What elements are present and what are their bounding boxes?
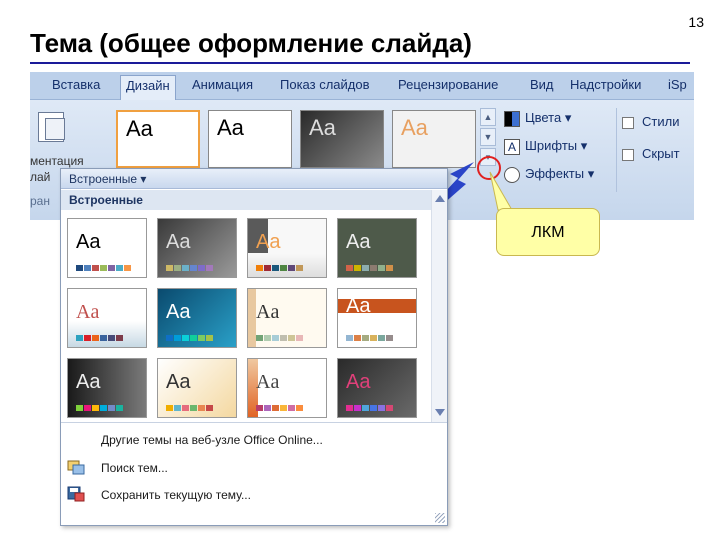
theme-aa: Aa [76, 371, 101, 393]
slide-title: Тема (общее оформление слайда) [30, 28, 472, 58]
theme-aa: Aa [346, 295, 371, 317]
color-swatches [76, 335, 123, 341]
browse-themes-link[interactable]: Поиск тем... [101, 461, 168, 475]
color-swatches [256, 405, 303, 411]
color-swatches [256, 335, 303, 341]
browse-themes-icon [67, 460, 85, 475]
fonts-icon: A [504, 138, 520, 155]
theme-thumb-office[interactable]: Aa [116, 110, 200, 168]
themes-dropdown: Встроенные ▾ Встроенные Aa Aa Aa Aa Aa A… [60, 168, 448, 526]
hide-background-label: Скрыт [642, 146, 680, 161]
theme-thumb-office[interactable]: Aa [67, 218, 147, 278]
theme-thumb-concourse[interactable]: Aa [67, 288, 147, 348]
gallery-down-button[interactable]: ▼ [480, 128, 496, 146]
theme-thumb-apex[interactable]: Aa [157, 218, 237, 278]
theme-gallery-strip: Aa Aa Aa Aa [112, 110, 478, 170]
effects-button[interactable]: Эффекты ▾ [504, 166, 594, 183]
color-swatches [346, 335, 393, 341]
more-themes-online-link[interactable]: Другие темы на веб-узле Office Online... [101, 433, 323, 447]
theme-thumb-flow[interactable]: Aa [157, 288, 237, 348]
color-swatches [166, 405, 213, 411]
theme-thumb-civic[interactable]: Aa [337, 218, 417, 278]
theme-thumb-median[interactable]: Aa [337, 288, 417, 348]
page-setup-label: ментация [30, 154, 84, 168]
color-swatches [256, 265, 303, 271]
theme-aa: Aa [76, 301, 100, 323]
theme-aa: Aa [256, 231, 281, 253]
theme-thumb-opulent[interactable]: Aa [247, 358, 327, 418]
tab-insert[interactable]: Вставка [52, 77, 100, 92]
save-current-theme-link[interactable]: Сохранить текущую тему... [101, 488, 251, 502]
fonts-label: Шрифты [525, 138, 578, 153]
theme-thumb-metro[interactable]: Aa [67, 358, 147, 418]
builtin-section-title: Встроенные [61, 190, 431, 210]
theme-aa: Aa [217, 115, 244, 140]
tab-review[interactable]: Рецензирование [398, 77, 498, 92]
theme-aa: Aa [166, 371, 191, 393]
title-rule [30, 62, 690, 64]
color-swatches [346, 265, 393, 271]
effects-label: Эффекты [525, 166, 585, 181]
fonts-button[interactable]: A Шрифты ▾ [504, 138, 587, 155]
group-caption: ран [30, 194, 50, 208]
theme-aa: Aa [346, 231, 371, 253]
color-swatches [76, 405, 123, 411]
resize-grip-icon[interactable] [435, 513, 445, 523]
theme-aa: Aa [309, 115, 336, 140]
color-swatches [76, 265, 131, 271]
scroll-up-icon[interactable] [435, 195, 445, 202]
dropdown-separator [61, 422, 447, 423]
colors-label: Цвета [525, 110, 562, 125]
theme-aa: Aa [256, 301, 280, 323]
tab-animation[interactable]: Анимация [192, 77, 253, 92]
theme-aa: Aa [346, 371, 371, 393]
theme-thumb-aspect[interactable]: Aa [247, 218, 327, 278]
colors-button[interactable]: Цвета ▾ [504, 110, 571, 127]
dropdown-scrollbar[interactable] [431, 190, 447, 422]
theme-thumb-foundry[interactable]: Aa [247, 288, 327, 348]
theme-aa: Aa [166, 301, 191, 323]
theme-thumb-default[interactable]: Aa [208, 110, 292, 168]
tab-addins[interactable]: Надстройки [570, 77, 641, 92]
tab-design[interactable]: Дизайн [120, 75, 176, 100]
hide-background-checkbox[interactable]: Скрыт [622, 146, 680, 161]
theme-aa: Aa [166, 231, 191, 253]
save-theme-icon [67, 486, 85, 502]
background-styles-button[interactable]: Стили [622, 114, 679, 129]
color-swatches [166, 335, 213, 341]
group-separator [616, 108, 617, 192]
background-styles-icon [622, 116, 634, 129]
theme-thumb-dark[interactable]: Aa [300, 110, 384, 168]
theme-thumb-oriel[interactable]: Aa [337, 358, 417, 418]
tab-view[interactable]: Вид [530, 77, 554, 92]
checkbox-icon [622, 148, 634, 161]
theme-aa: Aa [126, 116, 153, 141]
tab-slideshow[interactable]: Показ слайдов [280, 77, 370, 92]
dropdown-header[interactable]: Встроенные ▾ [61, 169, 447, 189]
dropdown-header-label: Встроенные [69, 172, 138, 186]
colors-icon [504, 110, 520, 127]
background-styles-label: Стили [642, 114, 680, 129]
tab-ispring[interactable]: iSp [668, 77, 687, 92]
ribbon-tabs: Вставка Дизайн Анимация Показ слайдов Ре… [30, 72, 694, 100]
gallery-up-button[interactable]: ▲ [480, 108, 496, 126]
theme-aa: Aa [256, 371, 280, 393]
orientation-label: лай [30, 170, 51, 184]
color-swatches [346, 405, 393, 411]
lkm-callout: ЛКМ [496, 208, 600, 256]
callout-tail [489, 171, 513, 211]
scroll-down-icon[interactable] [435, 409, 445, 416]
page-setup-icon[interactable] [38, 112, 65, 142]
theme-band [248, 289, 256, 347]
color-swatches [166, 265, 213, 271]
theme-aa: Aa [76, 231, 101, 253]
theme-aa: Aa [401, 115, 428, 140]
slide-number: 13 [688, 14, 704, 30]
theme-thumb-module[interactable]: Aa [157, 358, 237, 418]
